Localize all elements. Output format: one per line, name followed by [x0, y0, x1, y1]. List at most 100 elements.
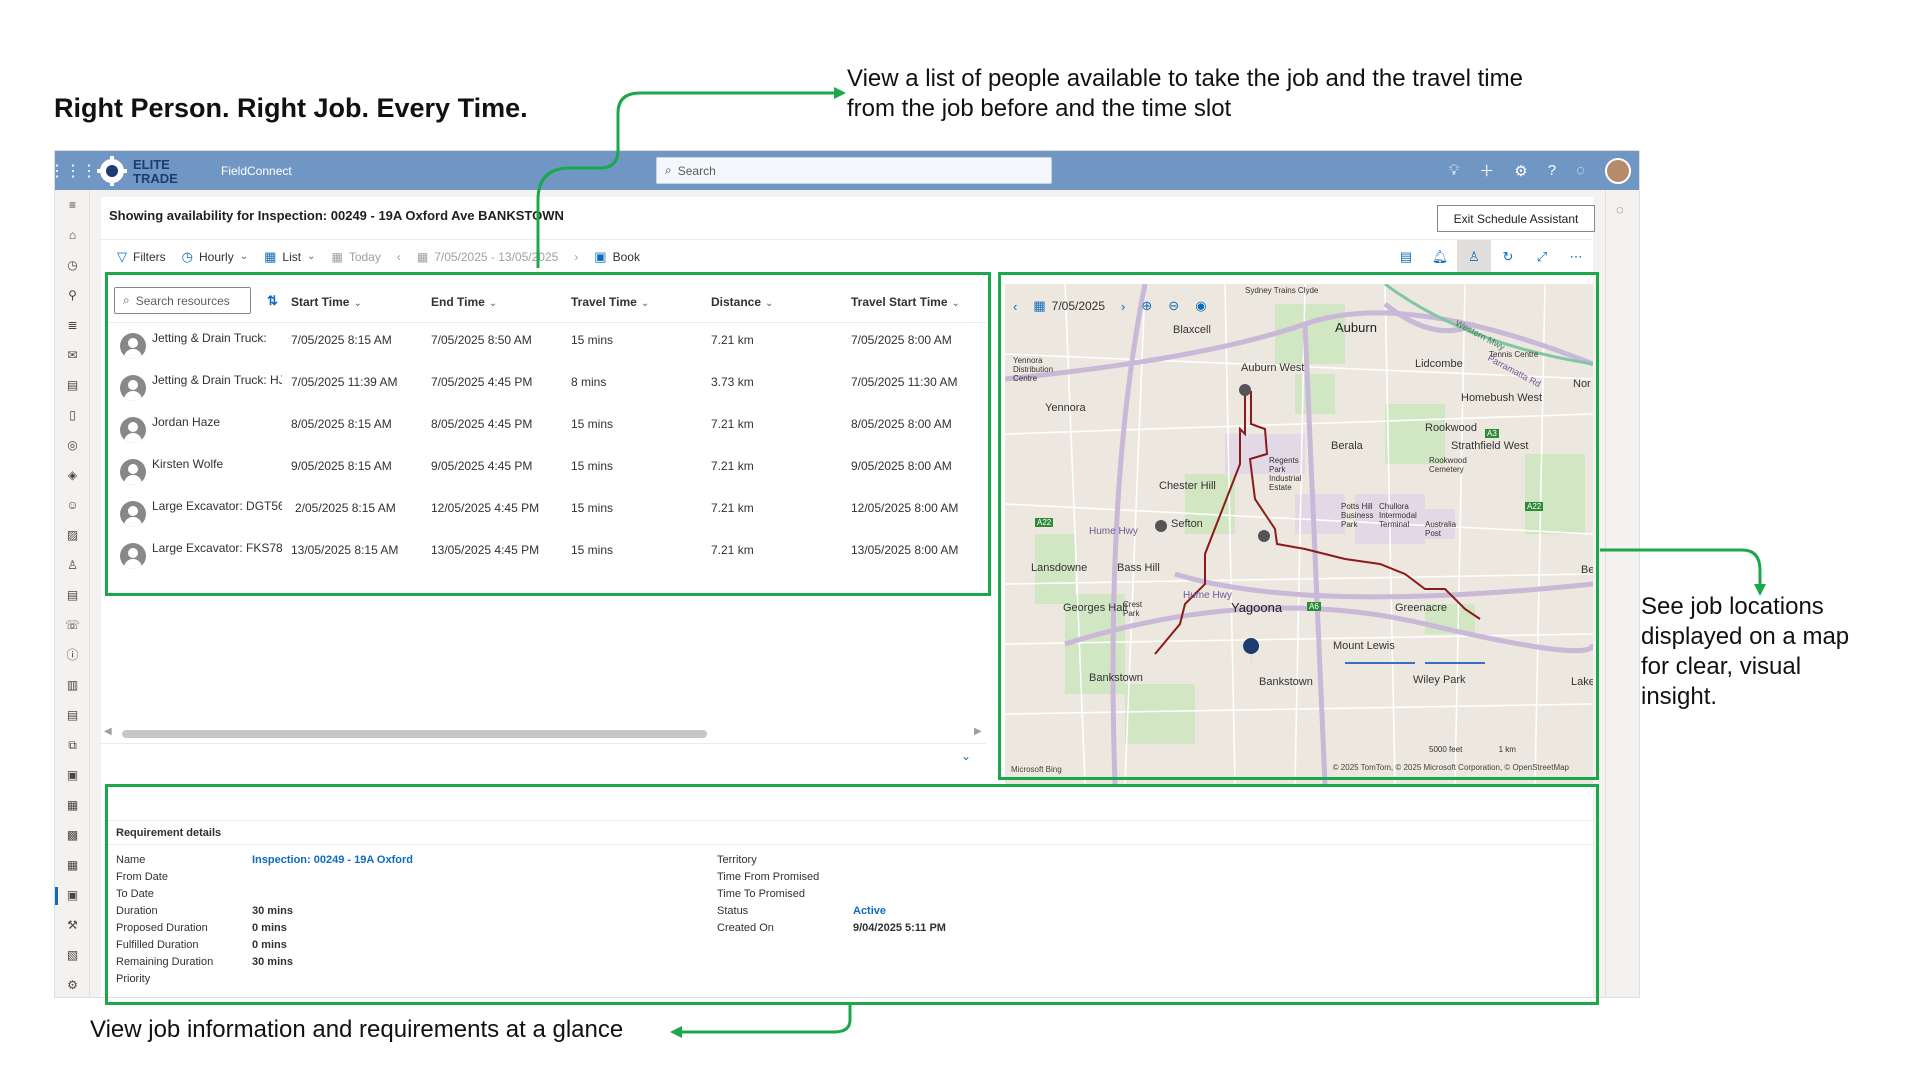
brand-line-1: ELITE	[133, 157, 170, 172]
copilot-icon[interactable]: ◌	[1576, 162, 1585, 179]
hierarchy-icon[interactable]: ♙	[65, 558, 80, 573]
clipboard-icon[interactable]: ▤	[65, 378, 80, 393]
document-icon[interactable]: ▯	[65, 408, 80, 423]
recent-icon[interactable]: ◷	[65, 258, 80, 273]
eye-icon[interactable]: ◉	[1195, 298, 1206, 314]
target-icon[interactable]: ◎	[65, 438, 80, 453]
settings-tree-icon[interactable]: ⚙	[65, 978, 80, 993]
end-time-cell: 7/05/2025 8:50 AM	[431, 333, 532, 347]
next-range-button[interactable]: ›	[574, 250, 578, 264]
today-label: Today	[348, 249, 381, 264]
table-row[interactable]: Large Excavator: DGT564 2/05/2025 8:15 A…	[104, 491, 986, 533]
nav-selection-indicator	[55, 887, 58, 905]
lightbulb-icon[interactable]: 💡︎	[1449, 162, 1460, 179]
settings-icon[interactable]: ⚙	[1514, 162, 1527, 180]
table-row[interactable]: Jordan Haze 8/05/2025 8:15 AM 8/05/2025 …	[104, 407, 986, 449]
field-label: Fulfilled Duration	[116, 939, 199, 951]
table-row[interactable]: Jetting & Drain Truck: HJI 7/05/2025 11:…	[104, 365, 986, 407]
avatar[interactable]	[1605, 157, 1631, 184]
requirement-details-panel: Requirement details Name Inspection: 002…	[104, 820, 1595, 996]
today-button[interactable]: ▦ Today	[331, 250, 380, 264]
resource-avatar	[120, 417, 146, 443]
contact-card-icon[interactable]: ▨	[65, 528, 80, 543]
table-row[interactable]: Large Excavator: FKS785 13/05/2025 8:15 …	[104, 533, 986, 575]
inspection-icon[interactable]: ▧	[65, 948, 80, 963]
travel-start-cell: 7/05/2025 11:30 AM	[851, 375, 958, 389]
scale-feet: 5000 feet	[1429, 745, 1463, 754]
layers-icon[interactable]: ◈	[65, 468, 80, 483]
column-label: Travel Start Time	[851, 295, 948, 309]
pin-icon[interactable]: ⚲	[65, 288, 80, 303]
chevron-right-icon[interactable]: ›	[1121, 299, 1125, 314]
chevron-left-icon[interactable]: ‹	[1013, 299, 1017, 314]
search-list-icon[interactable]: ▩	[65, 828, 80, 843]
person-icon[interactable]: ☺	[65, 498, 80, 513]
hourly-dropdown[interactable]: ◷ Hourly ⌄	[182, 249, 248, 265]
exit-schedule-assistant-button[interactable]: Exit Schedule Assistant	[1437, 205, 1595, 232]
requirement-name-link[interactable]: Inspection: 00249 - 19A Oxford	[252, 854, 413, 866]
info-icon[interactable]: ⓘ	[65, 648, 80, 663]
grid-header: ⌕ Search resources ⇅ Start Time ⌄ End Tim…	[104, 281, 986, 323]
filters-button[interactable]: ▽ Filters	[117, 249, 166, 265]
brand-logo-graphic: ELITE TRADE	[97, 155, 178, 186]
refresh-icon[interactable]: ↻	[1491, 240, 1525, 274]
page-icon[interactable]: ▤	[65, 708, 80, 723]
wrench-icon[interactable]: ⚒	[65, 918, 80, 933]
table-row[interactable]: Jetting & Drain Truck: 7/05/2025 8:15 AM…	[104, 323, 986, 365]
more-icon[interactable]: ⋯	[1559, 240, 1593, 274]
column-header-travel-start-time[interactable]: Travel Start Time ⌄	[851, 295, 960, 309]
map-view[interactable]: ‹ ▦ 7/05/2025 › ⊕ ⊖ ◉ Auburn Blaxcell Sy…	[1005, 284, 1593, 784]
plus-icon[interactable]: ＋	[1479, 160, 1494, 181]
notes-icon[interactable]: ▤	[65, 588, 80, 603]
scale-km: 1 km	[1498, 745, 1516, 754]
copilot-pane-icon[interactable]: ◌	[1616, 202, 1624, 217]
field-label: Created On	[717, 922, 774, 934]
list-view-dropdown[interactable]: ▦ List ⌄	[264, 249, 315, 265]
horizontal-scrollbar[interactable]: ◀ ▶	[104, 726, 986, 740]
bookings-icon[interactable]: ▦	[65, 858, 80, 873]
search-resources-input[interactable]: ⌕ Search resources	[114, 287, 251, 314]
column-header-end-time[interactable]: End Time ⌄	[431, 295, 497, 309]
app-name[interactable]: FieldConnect	[221, 164, 292, 178]
schedule-board-icon[interactable]: ≣	[65, 318, 80, 333]
report-icon[interactable]: ▥	[65, 678, 80, 693]
book-button[interactable]: ▣ Book	[594, 249, 640, 265]
alert-icon[interactable]: 🔔︎	[1423, 240, 1457, 274]
scroll-left-icon[interactable]: ◀	[104, 726, 112, 737]
column-header-travel-time[interactable]: Travel Time ⌄	[571, 295, 649, 309]
chevron-left-icon: ‹	[396, 249, 401, 264]
chevron-down-icon[interactable]: ⌄	[961, 749, 971, 763]
scroll-right-icon[interactable]: ▶	[974, 726, 982, 737]
help-icon[interactable]: ?	[1548, 162, 1556, 179]
resource-tree-icon[interactable]: ♙	[1457, 240, 1491, 274]
date-range-picker[interactable]: ▦ 7/05/2025 - 13/05/2025	[417, 250, 558, 264]
mail-icon[interactable]: ✉	[65, 348, 80, 363]
distance-cell: 7.21 km	[711, 459, 754, 473]
field-label: To Date	[116, 888, 154, 900]
sort-icon[interactable]: ⇅	[267, 293, 278, 309]
phone-icon[interactable]: ☏	[65, 618, 80, 633]
app-launcher-icon[interactable]: ⋮⋮⋮	[55, 151, 97, 190]
calendar-today-icon: ▦	[331, 249, 343, 264]
legend-icon[interactable]: ▤	[1389, 240, 1423, 274]
task-icon[interactable]: ▣	[65, 768, 80, 783]
marketing-screenshot: Right Person. Right Job. Every Time. Vie…	[0, 0, 1920, 1080]
column-header-start-time[interactable]: Start Time ⌄	[291, 295, 362, 309]
column-header-distance[interactable]: Distance ⌄	[711, 295, 773, 309]
previous-range-button[interactable]: ‹	[397, 250, 401, 264]
expand-icon[interactable]: ⤢	[1525, 240, 1559, 274]
scrollbar-thumb[interactable]	[122, 730, 707, 738]
map-label: Bel	[1581, 564, 1593, 576]
zoom-in-icon[interactable]: ⊕	[1141, 298, 1152, 314]
zoom-out-icon[interactable]: ⊖	[1168, 298, 1179, 314]
hamburger-icon[interactable]: ≡	[65, 198, 80, 213]
table-row[interactable]: Kirsten Wolfe 9/05/2025 8:15 AM 9/05/202…	[104, 449, 986, 491]
schedule-assistant-icon[interactable]: ▣	[65, 888, 80, 903]
map-date[interactable]: 7/05/2025	[1052, 299, 1105, 313]
app-window: ⋮⋮⋮ ELITE TRADE FieldConnect ⌕ Search	[54, 150, 1640, 998]
copy-icon[interactable]: ⧉	[65, 738, 80, 753]
arrow-head-top	[834, 87, 846, 99]
home-icon[interactable]: ⌂	[65, 228, 80, 243]
global-search-input[interactable]: ⌕ Search	[656, 157, 1052, 184]
calendar-icon[interactable]: ▦	[65, 798, 80, 813]
